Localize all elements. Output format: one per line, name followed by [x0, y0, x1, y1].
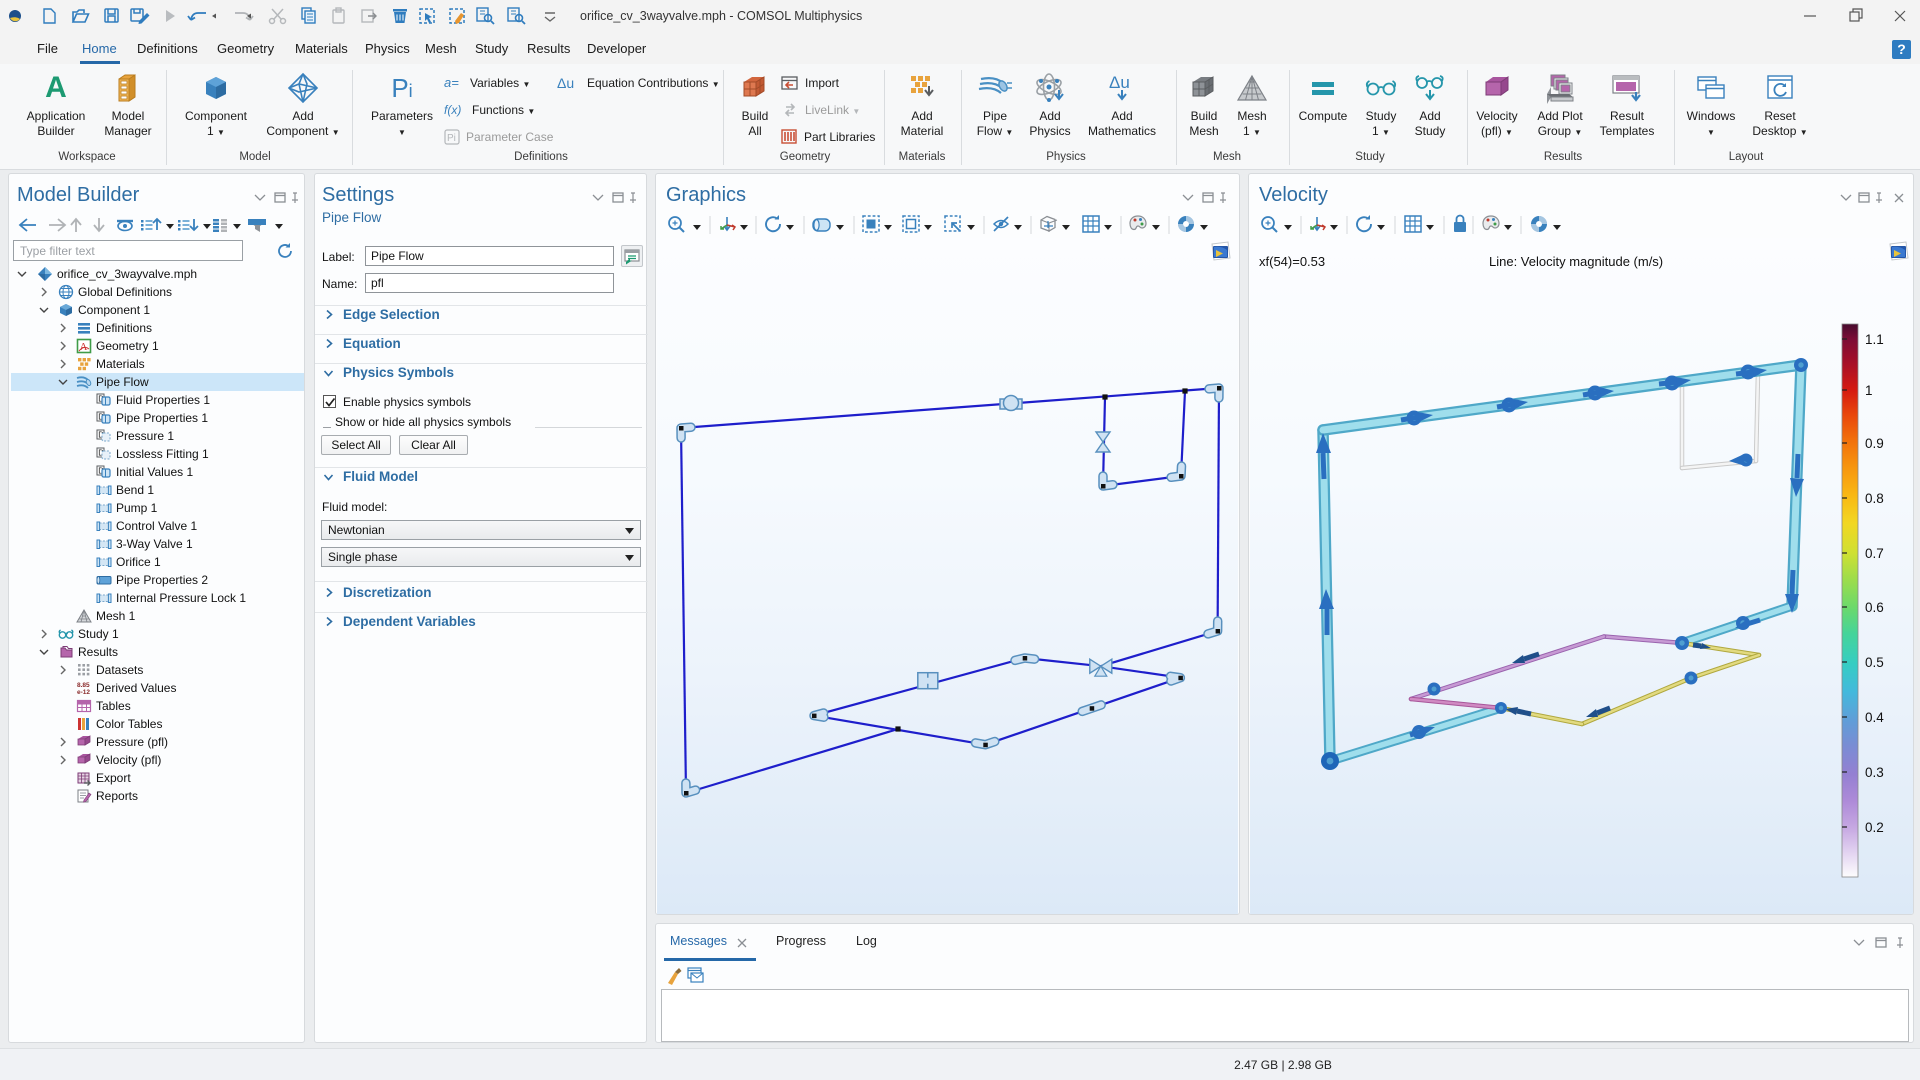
svg-text:0.8: 0.8 [1865, 491, 1884, 506]
svg-text:a=: a= [444, 76, 459, 90]
svg-text:1.1: 1.1 [1865, 332, 1884, 347]
svg-text:Pi: Pi [447, 133, 456, 144]
svg-text:0.9: 0.9 [1865, 436, 1884, 451]
svg-text:1: 1 [1865, 383, 1873, 398]
svg-text:Δu: Δu [1109, 73, 1130, 92]
svg-text:0.5: 0.5 [1865, 655, 1884, 670]
svg-text:0.7: 0.7 [1865, 546, 1884, 561]
svg-text:0.2: 0.2 [1865, 820, 1884, 835]
svg-text:Δu: Δu [557, 75, 574, 91]
svg-text:f(x): f(x) [444, 103, 461, 117]
svg-text:0.6: 0.6 [1865, 600, 1884, 615]
svg-text:0.4: 0.4 [1865, 710, 1884, 725]
svg-text:0.3: 0.3 [1865, 765, 1884, 780]
